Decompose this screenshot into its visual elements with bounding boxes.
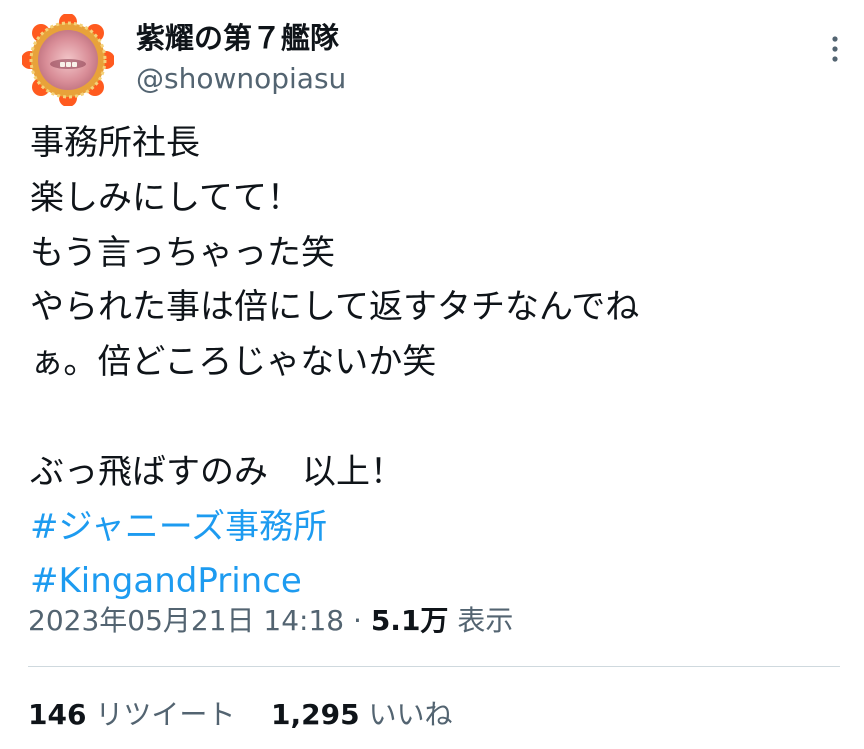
likes-label: いいね [368, 698, 453, 731]
display-name[interactable]: 紫耀の第７艦隊 [136, 20, 346, 56]
tweet-line: ぁ。倍どころじゃないか笑 [30, 342, 437, 383]
divider [28, 666, 840, 667]
tweet-line: ぶっ飛ばすのみ 以上！ [30, 451, 404, 492]
retweets-label: リツイート [95, 698, 236, 731]
avatar-image [21, 13, 115, 107]
author-names: 紫耀の第７艦隊 @shownopiasu [136, 20, 346, 98]
tweet-meta: 2023年05月21日 14:18 · 5.1万 表示 [28, 601, 513, 641]
tweet-line: 楽しみにしてて！ [30, 177, 301, 218]
retweets-count: 146 [28, 698, 87, 731]
tweet-text: 事務所社長 楽しみにしてて！ もう言っちゃった笑 やられた事は倍にして返すタチな… [30, 116, 830, 609]
views-count: 5.1万 [370, 604, 449, 637]
tweet-line: やられた事は倍にして返すタチなんでね [30, 287, 640, 328]
avatar[interactable] [21, 13, 115, 107]
more-options-button[interactable] [820, 32, 850, 66]
likes-count: 1,295 [270, 698, 360, 731]
tweet-line: 事務所社長 [30, 123, 200, 163]
tweet-header: 紫耀の第７艦隊 @shownopiasu [21, 13, 842, 107]
retweets-link[interactable]: 146 リツイート [28, 698, 235, 731]
views-label: 表示 [457, 604, 514, 637]
tweet-line: もう言っちゃった笑 [30, 232, 335, 273]
engagement-stats: 146 リツイート 1,295 いいね [28, 695, 452, 735]
hashtag-link[interactable]: #ジャニーズ事務所 [30, 500, 830, 555]
timestamp-link[interactable]: 2023年05月21日 14:18 [28, 604, 344, 637]
user-handle[interactable]: @shownopiasu [136, 60, 346, 98]
more-vertical-icon [832, 36, 838, 62]
likes-link[interactable]: 1,295 いいね [271, 698, 453, 731]
meta-separator: · [353, 604, 362, 637]
